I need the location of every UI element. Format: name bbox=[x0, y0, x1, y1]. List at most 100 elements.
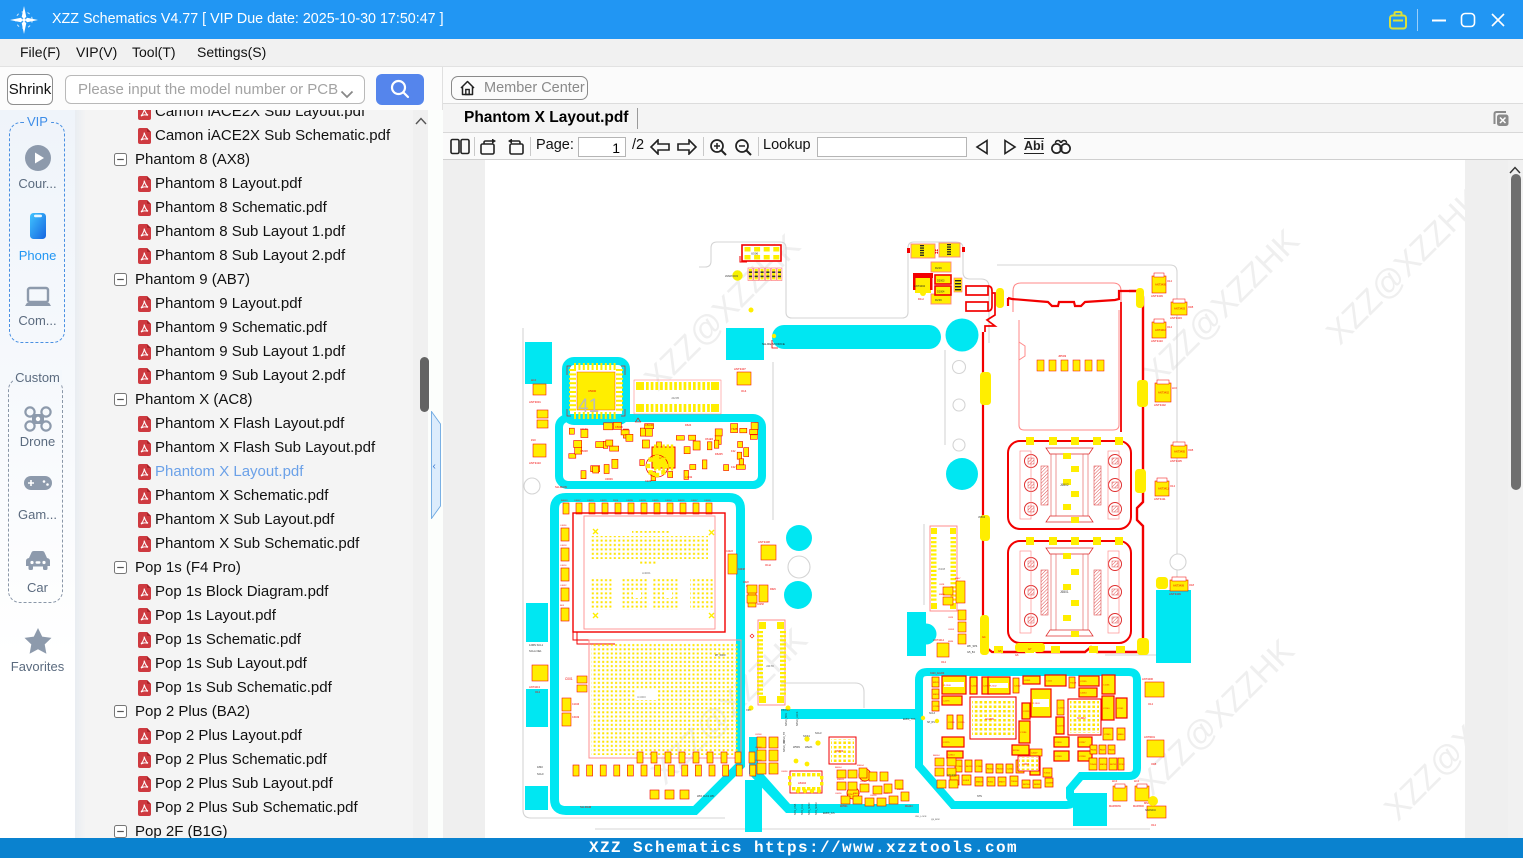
svg-text:C6301: C6301 bbox=[1024, 680, 1031, 682]
svg-text:ANT3405: ANT3405 bbox=[1170, 459, 1182, 463]
svg-text:C5C36: C5C36 bbox=[645, 423, 654, 427]
svg-text:ANT3409: ANT3409 bbox=[1151, 294, 1163, 298]
svg-text:C2194: C2194 bbox=[933, 706, 940, 708]
svg-text:C001: C001 bbox=[565, 677, 573, 681]
svg-text:ANT3001: ANT3001 bbox=[529, 400, 541, 404]
svg-text:ANT3403: ANT3403 bbox=[1174, 307, 1186, 311]
svg-text:C628: C628 bbox=[743, 581, 749, 584]
svg-text:R03: R03 bbox=[560, 605, 565, 607]
svg-text:WF_SP4: WF_SP4 bbox=[967, 644, 978, 648]
svg-text:R6004: R6004 bbox=[933, 755, 940, 757]
svg-text:VSYNC: VSYNC bbox=[781, 708, 790, 712]
svg-text:L1042: L1042 bbox=[685, 475, 693, 479]
svg-text:R629: R629 bbox=[770, 588, 776, 591]
svg-text:WDI CLK1 WD: WDI CLK1 WD bbox=[697, 794, 714, 798]
svg-text:A4001: A4001 bbox=[642, 571, 651, 575]
svg-text:C223: C223 bbox=[645, 479, 652, 483]
svg-text:G7: G7 bbox=[1028, 647, 1032, 651]
svg-text:J4170: J4170 bbox=[766, 664, 774, 668]
svg-text:W539: W539 bbox=[793, 745, 800, 749]
svg-text:D1H: D1H bbox=[918, 297, 924, 301]
svg-text:SPD_MOSI: SPD_MOSI bbox=[815, 802, 818, 815]
svg-text:U1902: U1902 bbox=[1077, 716, 1086, 720]
svg-text:C1111: C1111 bbox=[1046, 681, 1053, 683]
svg-text:D2003: D2003 bbox=[937, 280, 945, 283]
svg-text:ANT3413: ANT3413 bbox=[529, 685, 541, 689]
svg-text:EMF8_A/S: EMF8_A/S bbox=[823, 812, 835, 815]
svg-text:U4000: U4000 bbox=[637, 695, 646, 699]
svg-text:C2141: C2141 bbox=[1117, 708, 1124, 710]
svg-text:SH-REINFORCE: SH-REINFORCE bbox=[762, 342, 785, 346]
svg-text:R6901: R6901 bbox=[1034, 784, 1041, 786]
svg-text:C2208: C2208 bbox=[971, 686, 978, 688]
svg-text:C4018: C4018 bbox=[560, 545, 567, 547]
svg-text:R0238: R0238 bbox=[966, 766, 973, 768]
svg-text:C1136: C1136 bbox=[1103, 685, 1110, 687]
svg-text:M6004: M6004 bbox=[857, 765, 864, 767]
svg-text:NTN: NTN bbox=[977, 795, 982, 798]
svg-text:C1348: C1348 bbox=[976, 766, 983, 768]
svg-text:F200: F200 bbox=[988, 782, 994, 784]
svg-text:C1046: C1046 bbox=[572, 703, 580, 706]
svg-text:R6004: R6004 bbox=[835, 767, 842, 769]
svg-text:M6204: M6204 bbox=[897, 789, 904, 791]
svg-text:D2004: D2004 bbox=[937, 291, 945, 294]
svg-text:C2210: C2210 bbox=[1058, 708, 1065, 710]
svg-text:M6305: M6305 bbox=[976, 782, 983, 784]
svg-text:HI.0: HI.0 bbox=[531, 378, 537, 382]
svg-text:O14: O14 bbox=[941, 660, 946, 664]
svg-text:C4019: C4019 bbox=[587, 500, 594, 502]
svg-text:P024: P024 bbox=[613, 500, 619, 502]
svg-text:MA204: MA204 bbox=[905, 805, 913, 808]
svg-text:G4: G4 bbox=[982, 635, 986, 639]
svg-text:C1196: C1196 bbox=[1020, 732, 1027, 734]
svg-text:N7C230: N7C230 bbox=[947, 774, 956, 777]
svg-text:O18: O18 bbox=[1189, 583, 1194, 587]
svg-text:PL1303: PL1303 bbox=[1032, 703, 1040, 705]
svg-text:D624: D624 bbox=[685, 423, 692, 427]
svg-text:O1B: O1B bbox=[1151, 762, 1156, 766]
svg-text:C2314: C2314 bbox=[948, 755, 955, 757]
svg-text:BAND_MB: BAND_MB bbox=[783, 740, 786, 752]
svg-text:SCL3: SCL3 bbox=[815, 731, 822, 735]
svg-text:ANT3402: ANT3402 bbox=[1158, 391, 1170, 395]
svg-text:R617: R617 bbox=[1100, 750, 1106, 752]
svg-text:O14: O14 bbox=[1167, 325, 1172, 329]
svg-text:U506: U506 bbox=[751, 252, 759, 256]
svg-text:ANT3409: ANT3409 bbox=[1169, 592, 1181, 596]
svg-text:ANT3409: ANT3409 bbox=[1155, 283, 1167, 287]
svg-text:M6003: M6003 bbox=[837, 779, 844, 781]
svg-text:T6500: T6500 bbox=[1090, 764, 1097, 766]
svg-text:O14: O14 bbox=[1170, 484, 1175, 488]
svg-text:C6026: C6026 bbox=[835, 793, 842, 795]
svg-text:SCL0: SCL0 bbox=[537, 772, 544, 776]
svg-text:ANT3407: ANT3407 bbox=[734, 367, 746, 371]
svg-text:U1903: U1903 bbox=[1022, 763, 1030, 766]
svg-text:O14: O14 bbox=[535, 690, 540, 694]
svg-text:M619: M619 bbox=[999, 782, 1005, 784]
svg-text:C2275: C2275 bbox=[943, 742, 950, 744]
svg-text:C2348: C2348 bbox=[956, 766, 963, 768]
svg-text:W2501: W2501 bbox=[840, 805, 848, 808]
svg-text:02409: 02409 bbox=[963, 780, 970, 782]
svg-text:SCLA OE1: SCLA OE1 bbox=[529, 649, 542, 653]
svg-text:M618: M618 bbox=[933, 694, 939, 696]
svg-text:EMF9_TOF: EMF9_TOF bbox=[903, 718, 916, 721]
svg-text:ANT3410: ANT3410 bbox=[1155, 328, 1167, 332]
svg-text:A6304: A6304 bbox=[798, 781, 807, 785]
svg-text:O1B: O1B bbox=[1188, 448, 1193, 452]
svg-text:C6203: C6203 bbox=[755, 760, 762, 762]
svg-text:ANT3410: ANT3410 bbox=[529, 461, 541, 465]
svg-text:O1H: O1H bbox=[765, 563, 771, 567]
svg-text:F42: F42 bbox=[731, 449, 736, 453]
svg-text:J4205: J4205 bbox=[671, 396, 680, 400]
svg-text:WARN003: WARN003 bbox=[725, 274, 739, 278]
svg-text:Q5_RCK: Q5_RCK bbox=[931, 819, 940, 821]
svg-text:C2140: C2140 bbox=[1103, 708, 1110, 710]
svg-text:BAND_LRCK: BAND_LRCK bbox=[796, 711, 799, 726]
svg-text:U1306: U1306 bbox=[985, 717, 994, 721]
svg-text:#10: #10 bbox=[531, 438, 536, 442]
svg-text:C6202: C6202 bbox=[755, 747, 762, 749]
svg-text:C2318: C2318 bbox=[1055, 742, 1062, 744]
svg-text:XZZ@XZZHK: XZZ@XZZHK bbox=[1319, 181, 1465, 351]
